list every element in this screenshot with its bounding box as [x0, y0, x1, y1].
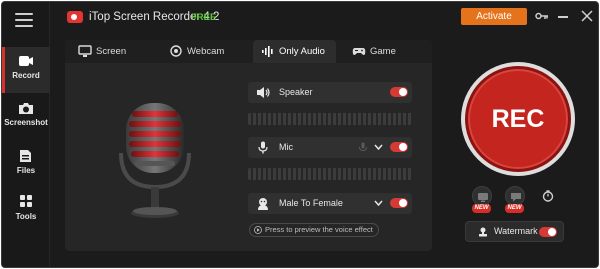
tools-icon: [20, 195, 32, 207]
sidebar: Record Screenshot Files Tools: [2, 2, 50, 267]
gamepad-icon: [352, 48, 366, 55]
speaker-toggle[interactable]: [390, 87, 408, 97]
speaker-icon: [257, 87, 270, 98]
tab-label: Webcam: [187, 46, 225, 57]
sidebar-item-screenshot[interactable]: Screenshot: [2, 94, 50, 140]
webcam-icon: [170, 45, 182, 57]
monitor-icon: [78, 45, 92, 57]
play-icon: [254, 226, 262, 234]
rec-button[interactable]: REC: [465, 66, 571, 172]
preview-voice-label: Press to preview the voice effect: [265, 225, 373, 234]
sidebar-item-label: Record: [12, 71, 40, 80]
timer-button[interactable]: [538, 186, 558, 206]
speaker-level-meter: [248, 113, 412, 125]
tab-label: Screen: [96, 46, 127, 57]
voice-changer-label: Male To Female: [279, 198, 343, 208]
tab-label: Only Audio: [279, 46, 325, 57]
chat-mini-button[interactable]: [505, 186, 525, 206]
sidebar-item-record[interactable]: Record: [2, 47, 50, 93]
stamp-icon: [479, 227, 487, 237]
minimize-icon[interactable]: [558, 16, 568, 18]
menu-icon[interactable]: [15, 13, 33, 27]
files-icon: [20, 150, 31, 162]
tab-screen[interactable]: Screen: [70, 40, 150, 63]
tab-game[interactable]: Game: [344, 40, 424, 63]
tab-label: Game: [370, 46, 396, 57]
tab-webcam[interactable]: Webcam: [161, 40, 246, 63]
free-badge: FREE: [191, 12, 217, 23]
voice-changer-icon: [258, 198, 268, 210]
timer-icon: [542, 190, 554, 202]
tab-only-audio[interactable]: Only Audio: [253, 40, 336, 63]
watermark-control: Watermark: [465, 221, 564, 242]
voice-changer-row: Male To Female: [248, 193, 412, 214]
new-badge: NEW: [505, 204, 524, 213]
sidebar-item-label: Tools: [15, 212, 37, 221]
screen-capture-mini-button[interactable]: [472, 186, 492, 206]
mic-settings-icon[interactable]: [358, 142, 368, 153]
speaker-label: Speaker: [279, 87, 313, 97]
app-logo-icon: [67, 11, 83, 23]
audio-wave-icon: [262, 46, 273, 57]
preview-voice-button[interactable]: Press to preview the voice effect: [249, 223, 379, 237]
sidebar-item-files[interactable]: Files: [2, 142, 50, 188]
mic-label: Mic: [279, 142, 293, 152]
microphone-illustration: [119, 103, 191, 218]
chat-icon: [511, 193, 521, 202]
activate-button[interactable]: Activate: [461, 8, 527, 25]
watermark-toggle[interactable]: [539, 227, 557, 237]
voice-changer-toggle[interactable]: [390, 198, 408, 208]
mic-toggle[interactable]: [390, 142, 408, 152]
sidebar-item-label: Screenshot: [4, 118, 48, 127]
recording-panel: Screen Webcam Only Audio Game Speaker Mi…: [65, 40, 432, 251]
chevron-down-icon[interactable]: [374, 143, 383, 151]
close-icon[interactable]: [581, 10, 593, 22]
camera-icon: [19, 103, 33, 114]
app-window: Record Screenshot Files Tools iTop Scree…: [1, 1, 599, 268]
sidebar-item-label: Files: [16, 166, 36, 175]
mic-icon: [258, 141, 268, 154]
new-badge: NEW: [472, 204, 491, 213]
screen-icon: [478, 193, 488, 202]
mode-tabs: Screen Webcam Only Audio Game: [65, 40, 432, 63]
chevron-down-icon[interactable]: [374, 199, 383, 207]
sidebar-item-tools[interactable]: Tools: [2, 188, 50, 234]
watermark-label: Watermark: [494, 226, 538, 236]
mic-level-meter: [248, 168, 412, 180]
mic-row: Mic: [248, 137, 412, 158]
record-icon: [19, 56, 33, 66]
key-icon[interactable]: [535, 11, 549, 21]
speaker-row: Speaker: [248, 82, 412, 103]
